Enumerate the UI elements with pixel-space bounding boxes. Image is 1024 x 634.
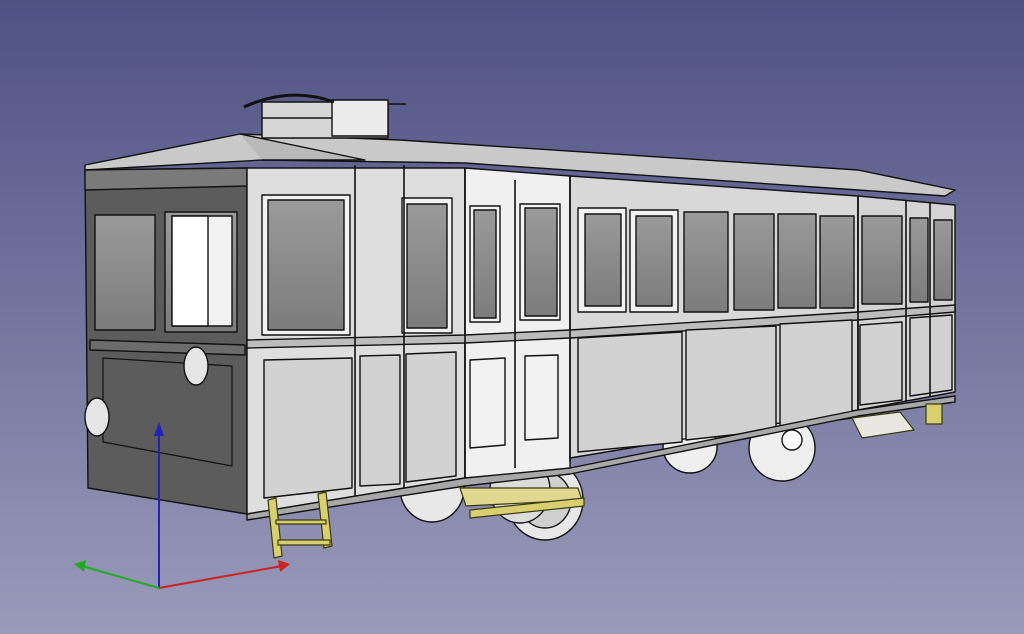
headlamp-upper[interactable] [183, 346, 209, 386]
roof-lantern[interactable] [243, 93, 406, 139]
scene-canvas[interactable] [0, 0, 1024, 634]
headlamp-lower[interactable] [84, 397, 110, 437]
end-face[interactable] [84, 167, 248, 515]
3d-viewport[interactable] [0, 0, 1024, 634]
